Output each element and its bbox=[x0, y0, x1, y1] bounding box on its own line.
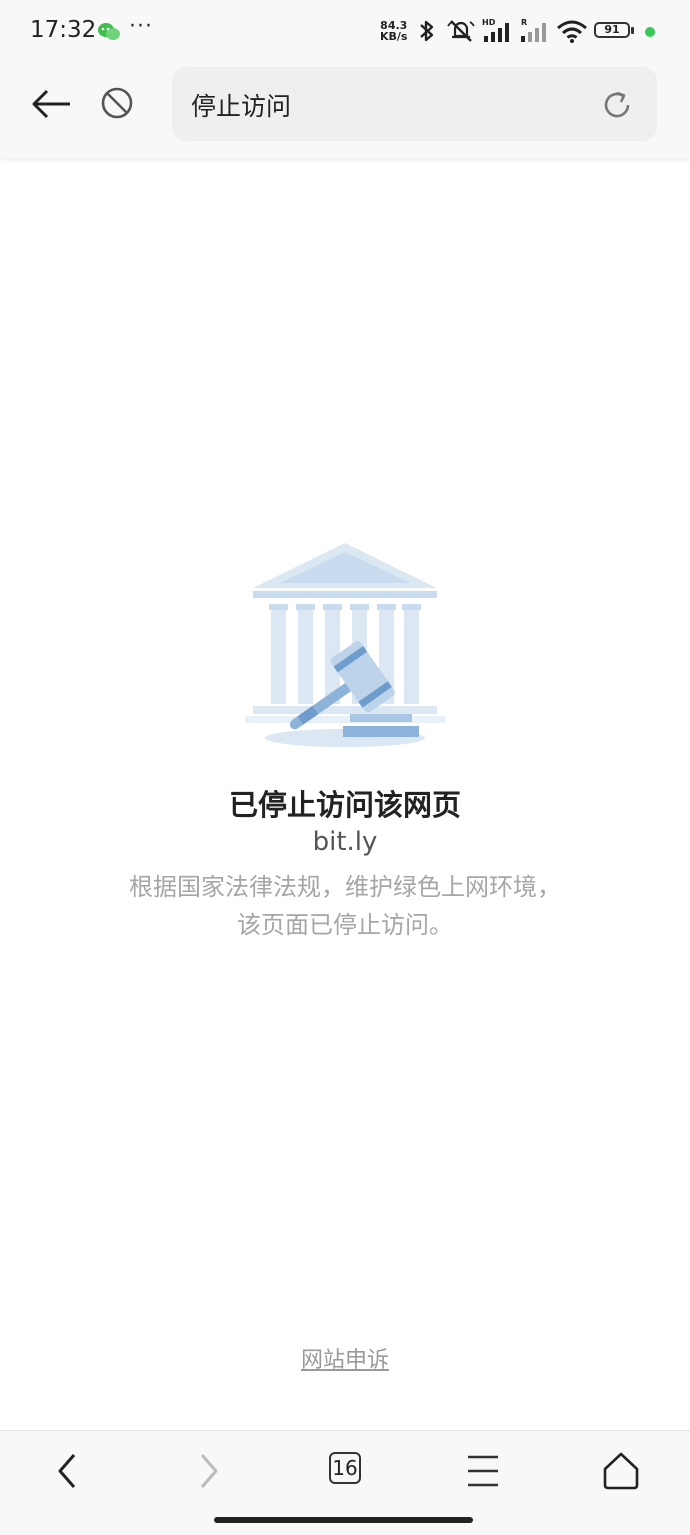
back-arrow-icon[interactable] bbox=[30, 87, 74, 121]
tabs-button[interactable]: 16 bbox=[320, 1449, 370, 1493]
more-notifications-icon: ··· bbox=[129, 14, 153, 39]
home-button[interactable] bbox=[596, 1449, 646, 1493]
block-description-line-2: 该页面已停止访问。 bbox=[237, 911, 453, 939]
bluetooth-icon bbox=[417, 18, 437, 48]
menu-icon bbox=[468, 1455, 498, 1487]
nav-forward-button[interactable] bbox=[183, 1449, 233, 1493]
mute-icon bbox=[447, 18, 475, 48]
url-text: 停止访问 bbox=[191, 92, 292, 121]
net-speed: 84.3 KB/s bbox=[380, 19, 408, 43]
status-dot bbox=[645, 27, 655, 37]
signal-icon-sim2: R bbox=[519, 18, 549, 48]
wifi-icon bbox=[556, 19, 588, 47]
block-description-line-1: 根据国家法律法规，维护绿色上网环境， bbox=[129, 873, 561, 901]
chevron-right-icon bbox=[200, 1454, 218, 1488]
home-icon bbox=[603, 1452, 639, 1490]
site-appeal-link[interactable]: 网站申诉 bbox=[0, 1342, 690, 1374]
block-description: 根据国家法律法规，维护绿色上网环境， 该页面已停止访问。 bbox=[0, 868, 690, 944]
battery-level: 91 bbox=[604, 23, 620, 36]
status-time: 17:32 bbox=[30, 17, 97, 43]
blocked-domain: bit.ly bbox=[312, 827, 378, 857]
page-title: 已停止访问该网页 bbox=[228, 788, 461, 822]
signal-icon: HD bbox=[482, 18, 512, 48]
status-bar: 17:32 ··· 84.3 KB/s HD R 91 bbox=[0, 0, 690, 62]
menu-button[interactable] bbox=[458, 1449, 508, 1493]
reload-icon[interactable] bbox=[601, 89, 633, 121]
home-indicator[interactable] bbox=[214, 1517, 473, 1523]
battery-icon: 91 bbox=[594, 22, 634, 40]
address-bar: 停止访问 bbox=[0, 62, 690, 158]
tab-count: 16 bbox=[329, 1452, 361, 1484]
wechat-icon bbox=[97, 22, 121, 46]
nav-back-button[interactable] bbox=[43, 1449, 93, 1493]
blocked-site-icon[interactable] bbox=[100, 86, 134, 120]
court-gavel-illustration bbox=[240, 538, 450, 752]
chevron-left-icon bbox=[58, 1454, 76, 1488]
url-field[interactable]: 停止访问 bbox=[172, 67, 657, 141]
